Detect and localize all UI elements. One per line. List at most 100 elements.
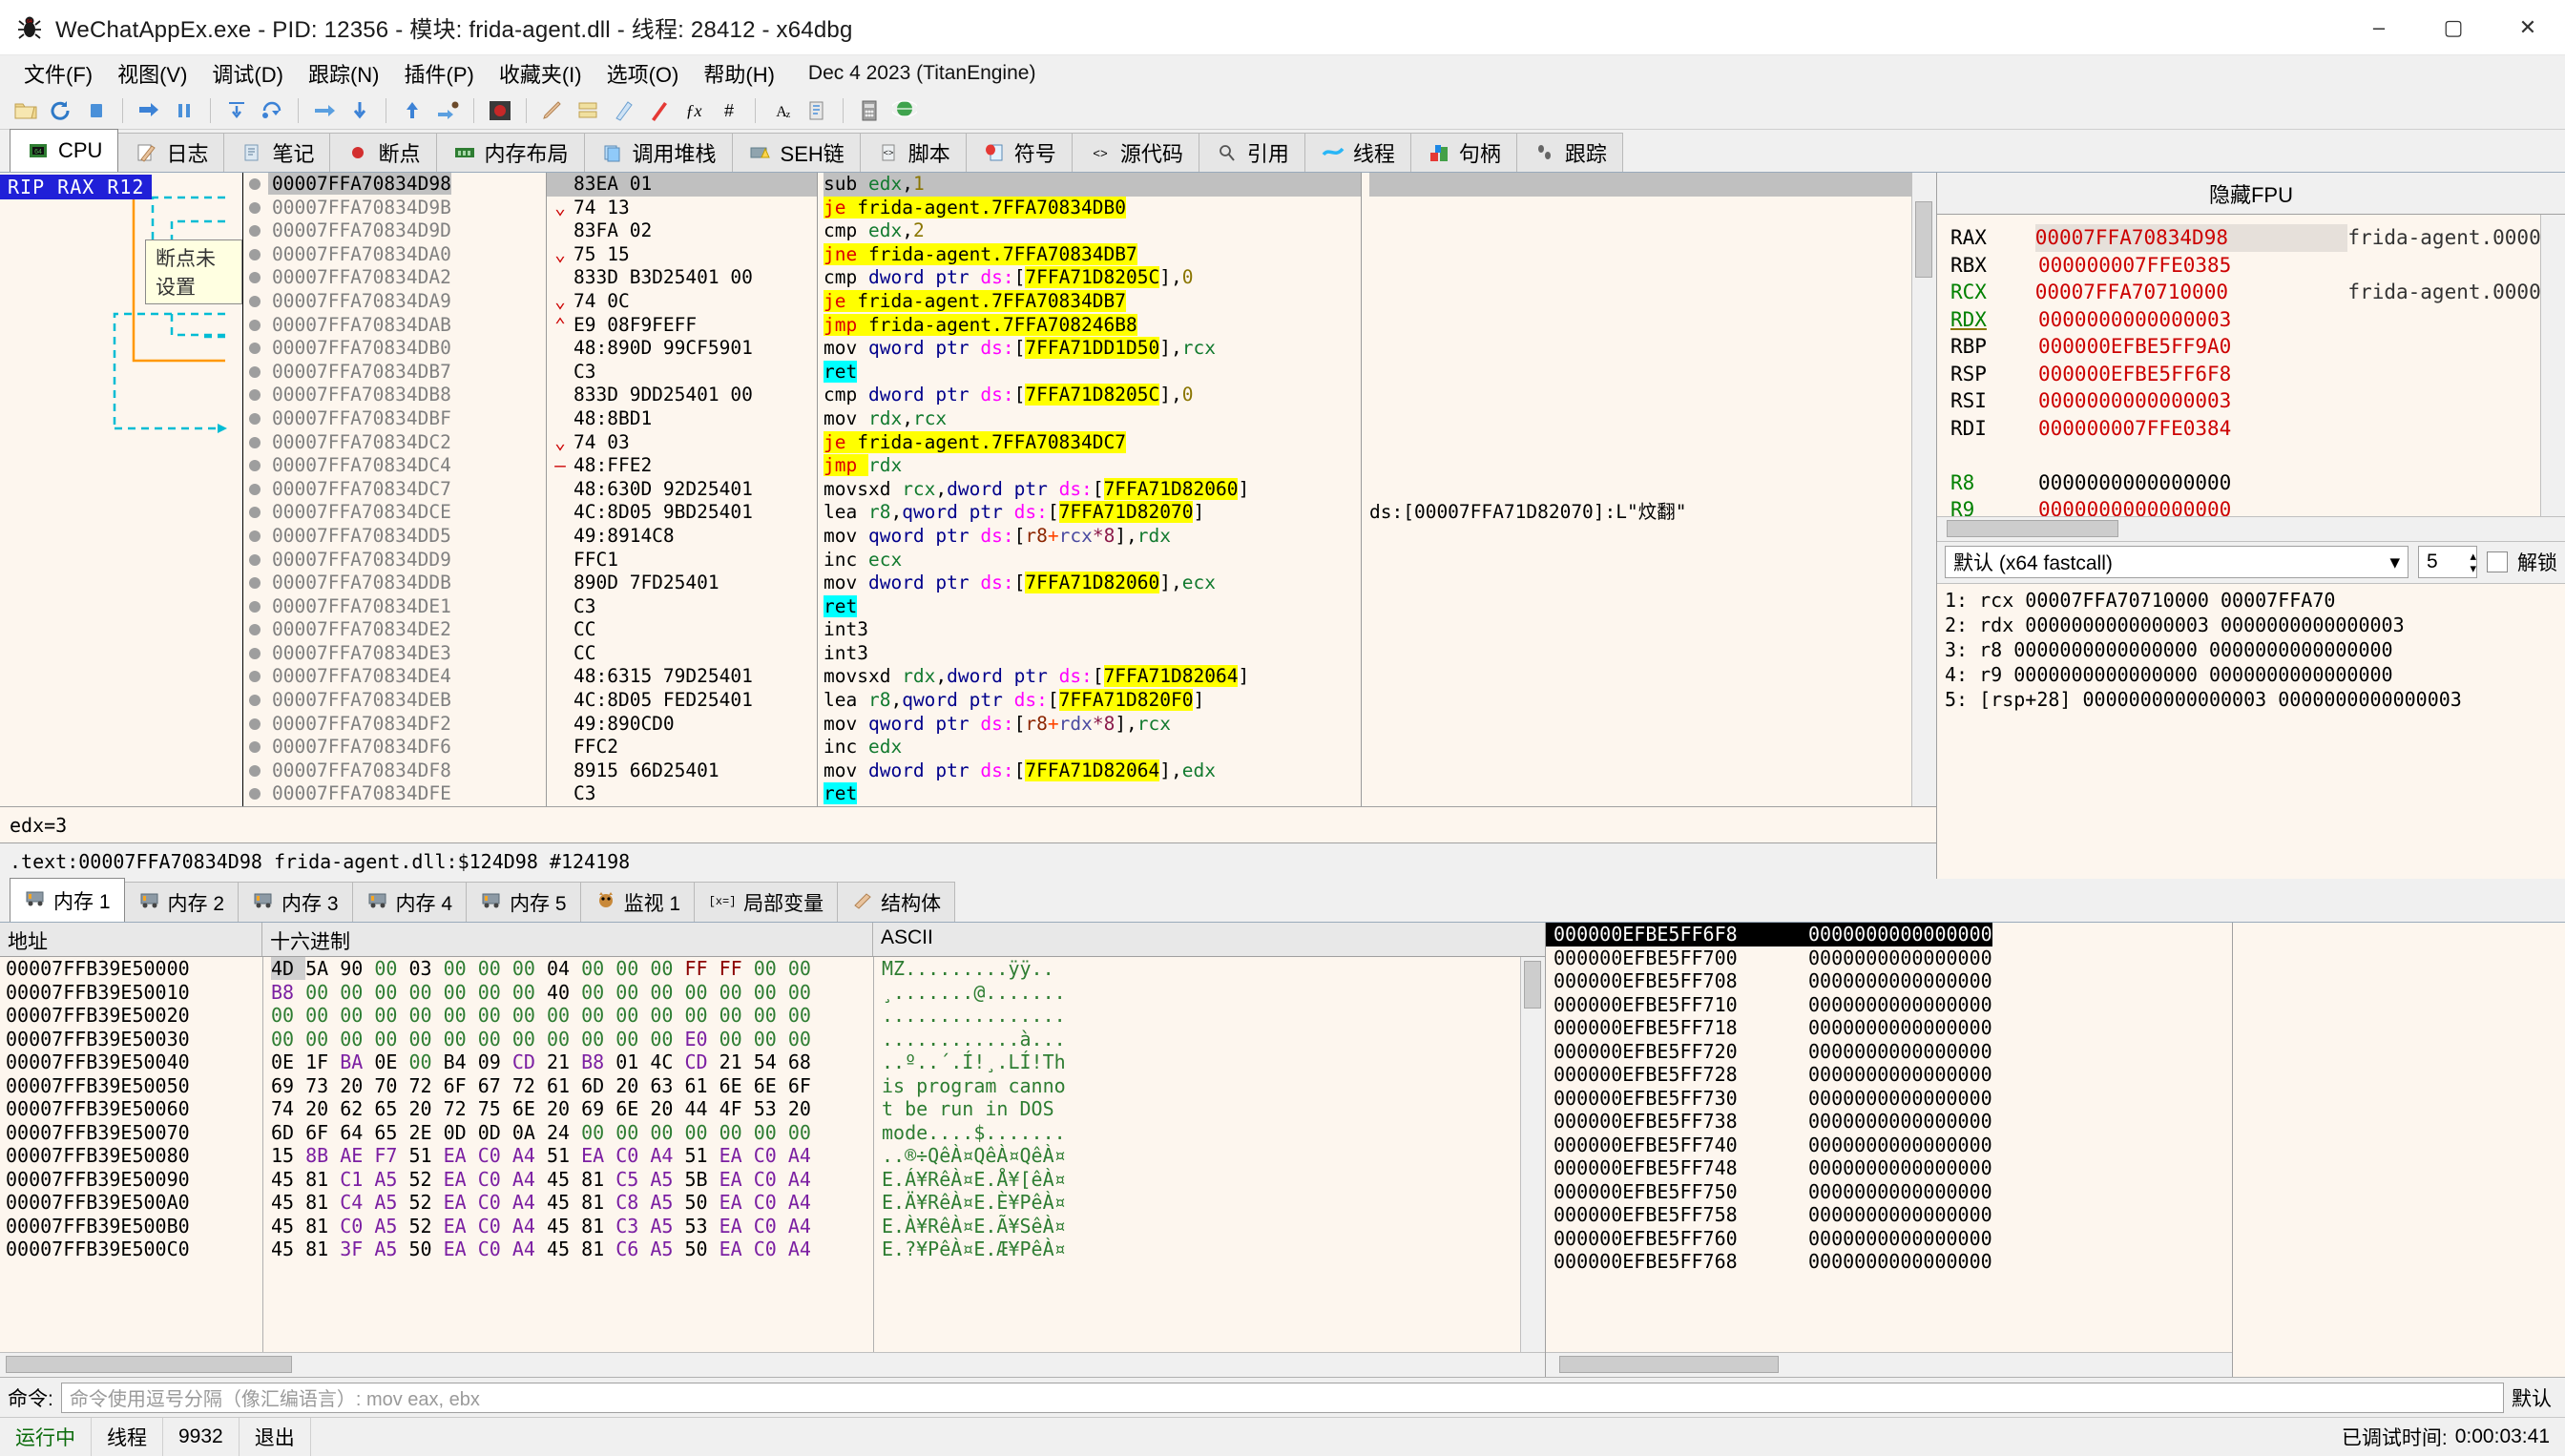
registers-view[interactable]: RAX 00007FFA70834D98 frida-agent.00007F RBX… [1937,215,2565,516]
register-row-rbp[interactable]: RBP 000000EFBE5FF9A0 [1950,333,2565,361]
breakpoint-dot[interactable] [243,525,268,549]
breakpoint-dot[interactable] [243,197,268,220]
disasm-scrollbar[interactable] [1911,173,1936,806]
stack-row[interactable]: 000000EFBE5FF760 0000000000000000 [1546,1227,2232,1251]
breakpoint-dot[interactable] [243,314,268,338]
tab-references[interactable]: 引用 [1198,133,1305,172]
breakpoint-dot[interactable] [243,759,268,783]
registers-hscrollbar[interactable] [1937,515,2565,541]
dump-body[interactable]: 00007FFB39E50000 00007FFB39E50010 00007FFB… [0,957,1545,1352]
bookmark-icon[interactable] [642,95,675,126]
dump-col-ascii[interactable]: ASCII [873,923,1545,956]
breakpoint-dot[interactable] [243,782,268,806]
open-file-button[interactable] [10,95,42,126]
breakpoint-dot[interactable] [243,384,268,407]
breakpoint-dot[interactable] [243,665,268,689]
stack-row[interactable]: 000000EFBE5FF750 0000000000000000 [1546,1180,2232,1204]
attach-button[interactable] [431,95,464,126]
breakpoint-dot[interactable] [243,642,268,666]
calling-convention-select[interactable]: 默认 (x64 fastcall) ▾ [1945,546,2409,578]
run-button[interactable] [133,95,165,126]
stack-row[interactable]: 000000EFBE5FF768 0000000000000000 [1546,1250,2232,1274]
breakpoint-dot[interactable] [243,549,268,572]
breakpoint-dot[interactable] [243,713,268,737]
lower-tab-memory-3[interactable]: 内存 3 [238,882,353,922]
breakpoint-column[interactable] [243,173,268,806]
script-icon[interactable] [801,95,833,126]
breakpoint-dot[interactable] [243,572,268,595]
menu-file[interactable]: 文件(F) [11,54,105,93]
hide-fpu-button[interactable]: 隐藏FPU [1937,173,2565,215]
tab-trace[interactable]: 跟踪 [1515,133,1623,172]
register-row-r9[interactable]: R9 0000000000000000 [1950,496,2565,516]
breakpoint-dot[interactable] [243,243,268,267]
minimize-button[interactable]: – [2342,0,2416,55]
menu-view[interactable]: 视图(V) [105,54,199,93]
dump-col-hex[interactable]: 十六进制 [262,923,873,956]
dump-hex[interactable]: 15 8B AE F7 51 EA C0 A4 51 EA C0 A4 51 E… [271,1144,873,1168]
breakpoint-dot[interactable] [243,595,268,619]
register-value[interactable]: 000000007FFE0385 [2038,252,2363,280]
stack-row[interactable]: 000000EFBE5FF738 0000000000000000 [1546,1110,2232,1134]
font-icon[interactable]: Az [765,95,798,126]
breakpoint-dot[interactable] [243,219,268,243]
dump-hex[interactable]: 74 20 62 65 20 72 75 6E 20 69 6E 20 44 4… [271,1097,873,1121]
command-input[interactable]: 命令使用逗号分隔（像汇编语言）: mov eax, ebx [60,1382,2504,1413]
tab-seh[interactable]: SEH链 [731,133,861,172]
tab-symbols[interactable]: 符号 [965,133,1073,172]
dump-hscrollbar[interactable] [0,1352,1545,1377]
register-row-rsp[interactable]: RSP 000000EFBE5FF6F8 [1950,361,2565,388]
breakpoint-dot[interactable] [243,290,268,314]
dump-hex[interactable]: 45 81 C0 A5 52 EA C0 A4 45 81 C3 A5 53 E… [271,1215,873,1238]
stack-hscrollbar[interactable] [1546,1352,2232,1377]
menu-options[interactable]: 选项(O) [594,54,692,93]
tab-threads[interactable]: 线程 [1303,133,1411,172]
maximize-button[interactable]: ▢ [2416,0,2491,55]
restart-button[interactable] [45,95,77,126]
breakpoint-dot[interactable] [243,478,268,502]
arguments-view[interactable]: 1: rcx 00007FFA70710000 00007FFA70 2: rdx… [1937,582,2565,879]
lower-tab-locals[interactable]: [x=] 局部变量 [694,882,839,922]
register-value[interactable] [2038,442,2363,469]
step-out-button[interactable] [308,95,341,126]
pencil-icon[interactable] [536,95,569,126]
stack-row[interactable]: 000000EFBE5FF708 0000000000000000 [1546,969,2232,993]
stack-row[interactable]: 000000EFBE5FF740 0000000000000000 [1546,1134,2232,1157]
tab-call-stack[interactable]: 调用堆栈 [583,133,733,172]
dump-col-address[interactable]: 地址 [0,923,262,956]
command-mode-label[interactable]: 默认 [2512,1383,2557,1412]
register-value[interactable]: 000000EFBE5FF9A0 [2038,333,2363,361]
register-row-rax[interactable]: RAX 00007FFA70834D98 frida-agent.00007F [1950,224,2565,252]
breakpoint-dot[interactable] [243,431,268,455]
stack-view[interactable]: 000000EFBE5FF6F8 0000000000000000 000000EF… [1546,923,2232,1352]
tab-cpu[interactable]: 64 CPU [10,129,119,172]
stop-button[interactable] [80,95,113,126]
calculator-icon[interactable] [853,95,886,126]
breakpoint-dot[interactable] [243,361,268,385]
register-value[interactable]: 0000000000000000 [2038,469,2363,497]
argument-row[interactable]: 5: [rsp+28] 0000000000000003 00000000000… [1945,687,2565,712]
disassembly-view[interactable]: RIP RAX R12 断点未设置 00007FFA70834D98 00007F… [0,173,1936,806]
menu-favorites[interactable]: 收藏夹(I) [487,54,594,93]
breakpoint-dot[interactable] [243,454,268,478]
breakpoint-dot[interactable] [243,618,268,642]
menu-trace[interactable]: 跟踪(N) [296,54,392,93]
dump-hex[interactable]: 45 81 C1 A5 52 EA C0 A4 45 81 C5 A5 5B E… [271,1168,873,1192]
stack-row[interactable]: 000000EFBE5FF710 0000000000000000 [1546,993,2232,1017]
breakpoint-dot[interactable] [243,689,268,713]
register-row-rdx[interactable]: RDX 0000000000000003 [1950,306,2565,334]
dump-hex[interactable]: 6D 6F 64 65 2E 0D 0D 0A 24 00 00 00 00 0… [271,1121,873,1145]
dump-hex[interactable]: 4D 5A 90 00 03 00 00 00 04 00 00 00 FF F… [271,957,873,981]
stack-row[interactable]: 000000EFBE5FF758 0000000000000000 [1546,1203,2232,1227]
breakpoint-dot[interactable] [243,173,268,197]
notes-icon[interactable] [572,95,604,126]
register-value[interactable]: 0000000000000000 [2038,496,2363,516]
register-row-rbx[interactable]: RBX 000000007FFE0385 [1950,252,2565,280]
register-value[interactable]: 0000000000000003 [2038,387,2363,415]
stack-row[interactable]: 000000EFBE5FF6F8 0000000000000000 [1546,923,2232,946]
dump-hex[interactable]: 45 81 C4 A5 52 EA C0 A4 45 81 C8 A5 50 E… [271,1191,873,1215]
lower-tab-struct[interactable]: 结构体 [837,882,956,922]
log-icon[interactable] [607,95,639,126]
register-value[interactable]: 000000EFBE5FF6F8 [2038,361,2363,388]
arg-count-stepper[interactable]: 5 ▴ ▾ [2418,546,2477,578]
